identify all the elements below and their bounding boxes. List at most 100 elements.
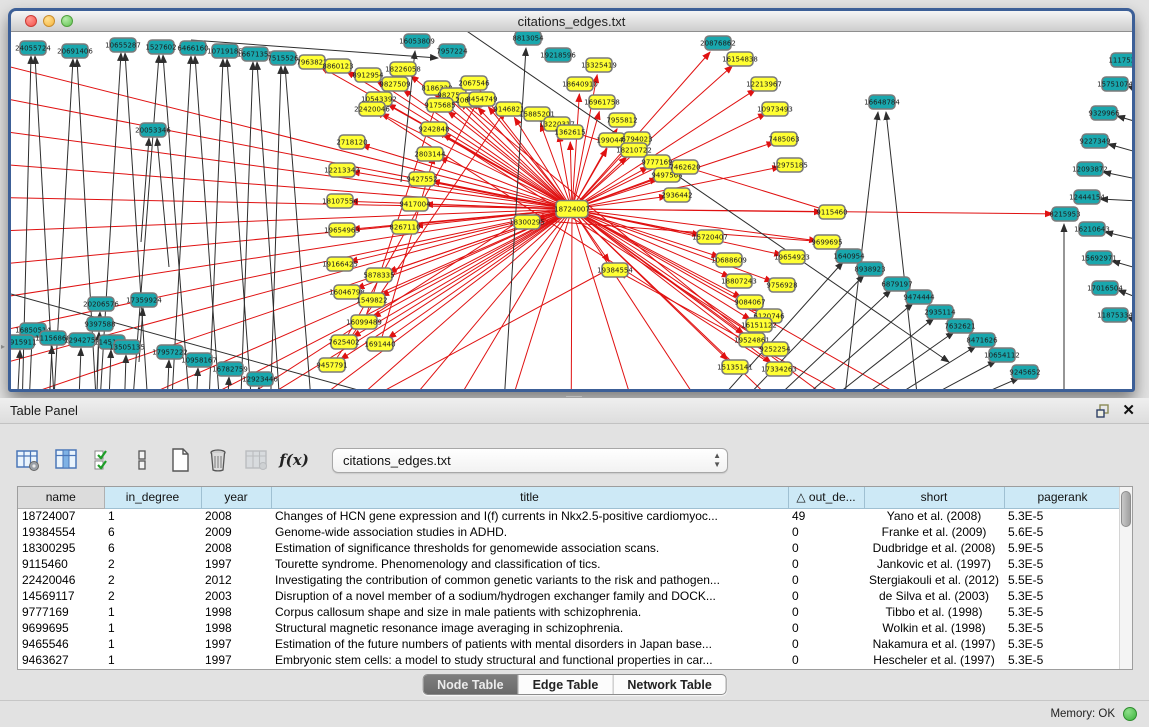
- cell-title[interactable]: Embryonic stem cells: a model to study s…: [271, 652, 788, 668]
- cell-year[interactable]: 1998: [201, 604, 271, 620]
- network-view-window[interactable]: citations_edges.txt 24055724206914061065…: [8, 8, 1135, 392]
- cell-year[interactable]: 1997: [201, 652, 271, 668]
- table-row[interactable]: 1872400712008Changes of HCN gene express…: [18, 508, 1121, 524]
- graph-node[interactable]: 12444154: [1069, 190, 1105, 204]
- cell-title[interactable]: Structural magnetic resonance image aver…: [271, 620, 788, 636]
- graph-node-selected[interactable]: 2803144: [414, 147, 446, 161]
- column-header-name[interactable]: name: [18, 487, 104, 508]
- column-visibility-icon[interactable]: [52, 446, 80, 474]
- citation-edge[interactable]: [255, 387, 259, 389]
- citation-edge[interactable]: [107, 350, 111, 389]
- citation-edge[interactable]: [165, 360, 169, 389]
- graph-node[interactable]: 8813054: [512, 32, 544, 45]
- column-header-out_de[interactable]: △ out_de...: [788, 487, 864, 508]
- cell-indeg[interactable]: 1: [104, 652, 201, 668]
- cell-indeg[interactable]: 2: [104, 556, 201, 572]
- citation-edge[interactable]: [1118, 290, 1132, 307]
- cell-name[interactable]: 9115460: [18, 556, 104, 572]
- table-row[interactable]: 911546021997Tourette syndrome. Phenomeno…: [18, 556, 1121, 572]
- citation-edge[interactable]: [15, 350, 20, 389]
- table-row[interactable]: 1456911722003Disruption of a novel membe…: [18, 588, 1121, 604]
- graph-node-selected[interactable]: 9252254: [759, 342, 791, 356]
- citation-edge[interactable]: [269, 66, 281, 389]
- graph-node-selected[interactable]: 2936442: [661, 188, 692, 202]
- graph-node-selected[interactable]: 13325419: [581, 58, 617, 72]
- graph-node-selected[interactable]: 19384554: [597, 263, 633, 277]
- citation-edge[interactable]: [77, 348, 81, 389]
- cell-outdeg[interactable]: 0: [788, 620, 864, 636]
- graph-node[interactable]: 19218596: [540, 48, 576, 62]
- graph-node[interactable]: 20691406: [57, 44, 93, 58]
- graph-node[interactable]: 17016504: [1087, 281, 1123, 295]
- cell-title[interactable]: Estimation of significance thresholds fo…: [271, 540, 788, 556]
- selection-filter-icon[interactable]: [90, 446, 118, 474]
- citation-edge[interactable]: [886, 112, 919, 389]
- graph-node-selected[interactable]: 7955812: [606, 113, 637, 127]
- cell-year[interactable]: 2009: [201, 524, 271, 540]
- float-panel-icon[interactable]: [1095, 403, 1111, 419]
- graph-node-selected[interactable]: 9427552: [406, 172, 437, 186]
- graph-node[interactable]: 10654112: [984, 348, 1020, 362]
- graph-node[interactable]: 2935114: [924, 305, 956, 319]
- cell-indeg[interactable]: 1: [104, 620, 201, 636]
- graph-node-selected[interactable]: 2067546: [458, 76, 490, 90]
- table-row[interactable]: 2242004622012Investigating the contribut…: [18, 572, 1121, 588]
- cell-short[interactable]: Hescheler et al. (1997): [864, 652, 1004, 668]
- graph-node[interactable]: 7515526: [267, 51, 299, 65]
- cell-outdeg[interactable]: 0: [788, 540, 864, 556]
- cell-pagerank[interactable]: 5.6E-5: [1004, 524, 1121, 540]
- cell-title[interactable]: Estimation of the future numbers of pati…: [271, 636, 788, 652]
- cell-pagerank[interactable]: 5.5E-5: [1004, 572, 1121, 588]
- selected-edge[interactable]: [11, 209, 572, 372]
- panel-collapse-arrow-icon[interactable]: ▸: [1, 342, 5, 351]
- citation-edge[interactable]: [47, 346, 52, 389]
- graph-node-selected[interactable]: 9699695: [811, 235, 842, 249]
- column-header-short[interactable]: short: [864, 487, 1004, 508]
- cell-name[interactable]: 9777169: [18, 604, 104, 620]
- function-builder-icon[interactable]: f(x): [280, 446, 308, 474]
- cell-pagerank[interactable]: 5.3E-5: [1004, 620, 1121, 636]
- column-header-title[interactable]: title: [271, 487, 788, 508]
- graph-node-selected[interactable]: 12975185: [772, 158, 808, 172]
- graph-node[interactable]: 11875334: [1097, 308, 1132, 322]
- graph-node-selected[interactable]: 18640910: [562, 77, 598, 91]
- graph-node[interactable]: 20876862: [700, 36, 736, 50]
- selected-edge[interactable]: [362, 145, 572, 209]
- graph-node-selected[interactable]: 16154838: [722, 52, 758, 66]
- citation-edge[interactable]: [1117, 116, 1132, 129]
- graph-node-selected[interactable]: 9084067: [734, 295, 765, 309]
- table-scrollbar[interactable]: [1119, 487, 1132, 669]
- cell-outdeg[interactable]: 0: [788, 572, 864, 588]
- row-options-icon[interactable]: [128, 446, 156, 474]
- cell-outdeg[interactable]: 0: [788, 652, 864, 668]
- graph-node-selected[interactable]: 9457791: [316, 358, 347, 372]
- citation-edge[interactable]: [1128, 317, 1132, 335]
- graph-node-selected[interactable]: 9777169: [641, 155, 672, 169]
- cell-title[interactable]: Corpus callosum shape and size in male p…: [271, 604, 788, 620]
- graph-node-selected[interactable]: 7462620: [669, 160, 700, 174]
- graph-node-selected[interactable]: 19654963: [324, 223, 360, 237]
- graph-node[interactable]: 9227349: [1079, 134, 1110, 148]
- cell-short[interactable]: Stergiakouli et al. (2012): [864, 572, 1004, 588]
- citation-edge[interactable]: [227, 59, 255, 389]
- citation-edge[interactable]: [1103, 172, 1132, 184]
- graph-node-selected[interactable]: 18226058: [385, 62, 421, 76]
- graph-node[interactable]: 9245652: [1009, 365, 1040, 379]
- graph-node[interactable]: 6879197: [881, 277, 912, 291]
- cell-name[interactable]: 18724007: [18, 508, 104, 524]
- graph-node[interactable]: 15692971: [1081, 251, 1117, 265]
- graph-node-selected[interactable]: 9115460: [816, 205, 847, 219]
- tab-node-table[interactable]: Node Table: [423, 675, 517, 694]
- memory-status-indicator[interactable]: [1123, 707, 1137, 721]
- graph-node[interactable]: 12093872: [1072, 162, 1108, 176]
- graph-node[interactable]: 24055724: [15, 41, 51, 55]
- graph-node[interactable]: 8471626: [966, 333, 998, 347]
- cell-pagerank[interactable]: 5.9E-5: [1004, 540, 1121, 556]
- cell-name[interactable]: 19384554: [18, 524, 104, 540]
- table-settings-icon[interactable]: [14, 446, 42, 474]
- graph-node-selected[interactable]: 19166425: [322, 257, 358, 271]
- graph-node-selected[interactable]: 17334263: [761, 362, 797, 376]
- cell-outdeg[interactable]: 0: [788, 588, 864, 604]
- graph-node[interactable]: 1117534: [1108, 53, 1132, 67]
- cell-title[interactable]: Disruption of a novel member of a sodium…: [271, 588, 788, 604]
